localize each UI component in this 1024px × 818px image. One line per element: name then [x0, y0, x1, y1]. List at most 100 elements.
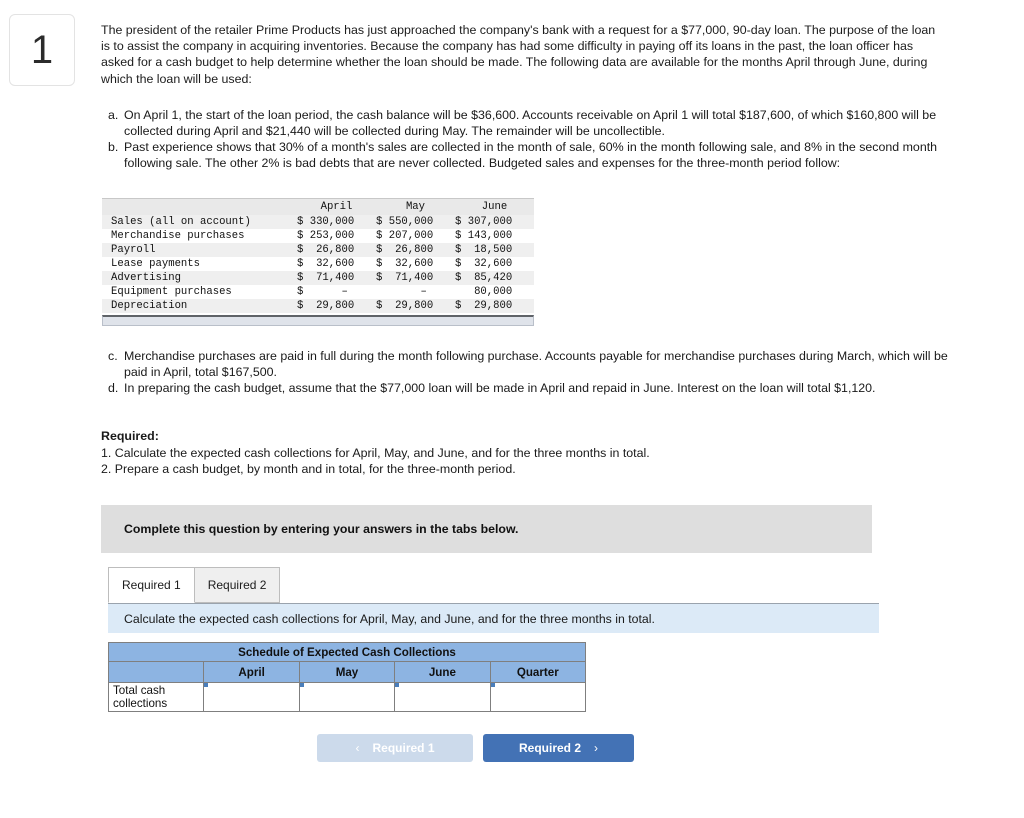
table-row: Depreciation $ 29,800 $ 29,800 $ 29,800 — [102, 298, 534, 313]
schedule-col-may: May — [298, 661, 396, 684]
row-value-june: $ 32,600 — [455, 256, 534, 271]
row-value-may: $ 71,400 — [376, 270, 455, 285]
tab-instruction-text: Calculate the expected cash collections … — [124, 611, 655, 626]
row-value-may: – — [376, 284, 455, 299]
total-cash-collections-may-cell[interactable] — [298, 682, 396, 713]
row-label: Lease payments — [102, 256, 297, 271]
schedule-row-label: Total cash collections — [107, 682, 205, 713]
total-cash-collections-quarter-cell[interactable] — [489, 682, 587, 713]
row-value-april: $ 32,600 — [297, 256, 376, 271]
tab-instruction-banner: Calculate the expected cash collections … — [108, 603, 879, 634]
schedule-col-april: April — [203, 661, 300, 684]
list-item-c: c. Merchandise purchases are paid in ful… — [108, 348, 958, 380]
required-line-2: 2. Prepare a cash budget, by month and i… — [101, 462, 516, 477]
list-item-d: d. In preparing the cash budget, assume … — [108, 380, 958, 396]
row-label: Advertising — [102, 270, 297, 285]
row-value-april: $ – — [297, 284, 376, 299]
row-value-june: $ 143,000 — [455, 228, 534, 243]
schedule-col-quarter: Quarter — [489, 661, 587, 684]
budget-col-april: April — [297, 197, 376, 215]
row-value-june: $ 29,800 — [455, 298, 534, 313]
required-line-1: 1. Calculate the expected cash collectio… — [101, 445, 650, 460]
total-cash-collections-april-input[interactable] — [204, 683, 299, 712]
schedule-table-wrapper: Schedule of Expected Cash Collections Ap… — [107, 642, 951, 713]
tab-required-2[interactable]: Required 2 — [194, 567, 281, 604]
list-text-c: Merchandise purchases are paid in full d… — [124, 348, 948, 379]
list-marker-c: c. — [108, 348, 118, 363]
assumptions-list-cd: c. Merchandise purchases are paid in ful… — [101, 348, 951, 397]
row-value-may: $ 550,000 — [376, 214, 455, 229]
row-label: Equipment purchases — [102, 284, 297, 299]
budget-col-blank — [102, 197, 297, 215]
row-value-june: 80,000 — [455, 284, 534, 299]
list-item-b: b. Past experience shows that 30% of a m… — [108, 139, 958, 171]
next-required-2-button[interactable]: Required 2 › — [483, 734, 634, 763]
row-value-may: $ 32,600 — [376, 256, 455, 271]
previous-button-label: Required 1 — [372, 741, 435, 756]
row-value-may: $ 26,800 — [376, 242, 455, 257]
list-text-a: On April 1, the start of the loan period… — [124, 107, 937, 139]
row-label: Merchandise purchases — [102, 228, 297, 243]
question-content: The president of the retailer Prime Prod… — [101, 22, 951, 763]
budget-table-header-row: April May June — [102, 197, 534, 215]
assumptions-list-ab: a. On April 1, the start of the loan per… — [101, 107, 951, 172]
list-item-a: a. On April 1, the start of the loan per… — [108, 107, 958, 139]
total-cash-collections-june-input[interactable] — [395, 683, 490, 712]
intro-paragraph: The president of the retailer Prime Prod… — [101, 23, 936, 86]
budget-data-table-wrapper: April May June Sales (all on account) $ … — [102, 197, 534, 326]
schedule-title-row: Schedule of Expected Cash Collections — [108, 642, 586, 663]
tab-required-1[interactable]: Required 1 — [108, 567, 195, 604]
list-marker-b: b. — [108, 140, 119, 155]
table-row: Payroll $ 26,800 $ 26,800 $ 18,500 — [102, 242, 534, 257]
navigation-buttons: ‹ Required 1 Required 2 › — [317, 734, 951, 763]
row-value-may: $ 207,000 — [376, 228, 455, 243]
table-row: Equipment purchases $ – – 80,000 — [102, 284, 534, 299]
list-text-d: In preparing the cash budget, assume tha… — [124, 381, 876, 396]
tab-required-2-label: Required 2 — [207, 578, 267, 593]
list-text-b: Past experience shows that 30% of a mont… — [124, 140, 938, 171]
required-heading: Required: — [101, 429, 159, 444]
previous-required-1-button[interactable]: ‹ Required 1 — [317, 734, 473, 763]
row-value-april: $ 26,800 — [297, 242, 376, 257]
table-row: Lease payments $ 32,600 $ 32,600 $ 32,60… — [102, 256, 534, 271]
instruction-banner: Complete this question by entering your … — [101, 505, 872, 554]
row-value-april: $ 253,000 — [297, 228, 376, 243]
row-value-june: $ 85,420 — [455, 270, 534, 285]
schedule-header-row: April May June Quarter — [107, 661, 587, 684]
row-value-april: $ 330,000 — [297, 214, 376, 229]
chevron-left-icon: ‹ — [355, 741, 360, 756]
row-value-june: $ 18,500 — [455, 242, 534, 257]
budget-col-may: May — [376, 197, 455, 215]
required-section: Required: 1. Calculate the expected cash… — [101, 428, 951, 477]
row-value-may: $ 29,800 — [376, 298, 455, 313]
chevron-right-icon: › — [594, 741, 598, 756]
next-button-label: Required 2 — [518, 741, 581, 756]
row-label: Payroll — [102, 242, 297, 257]
tab-required-1-label: Required 1 — [122, 578, 181, 593]
list-marker-d: d. — [108, 381, 119, 396]
table-row: Advertising $ 71,400 $ 71,400 $ 85,420 — [102, 270, 534, 285]
total-cash-collections-quarter-input[interactable] — [490, 683, 585, 712]
table-row: Total cash collections — [107, 682, 587, 713]
total-cash-collections-june-cell[interactable] — [394, 682, 491, 713]
table-row: Sales (all on account) $ 330,000 $ 550,0… — [102, 214, 534, 229]
row-label: Depreciation — [102, 298, 297, 313]
schedule-col-june: June — [394, 661, 491, 684]
budget-table-horizontal-scrollbar[interactable] — [102, 314, 534, 326]
schedule-title: Schedule of Expected Cash Collections — [108, 642, 586, 663]
table-row: Merchandise purchases $ 253,000 $ 207,00… — [102, 228, 534, 243]
budget-col-june: June — [455, 197, 534, 215]
row-value-april: $ 71,400 — [297, 270, 376, 285]
tab-bar: Required 1 Required 2 — [108, 566, 951, 604]
total-cash-collections-april-cell[interactable] — [203, 682, 300, 713]
row-label: Sales (all on account) — [102, 214, 297, 229]
list-marker-a: a. — [108, 107, 119, 122]
question-number: 1 — [30, 27, 54, 72]
schedule-of-expected-cash-collections-table: Schedule of Expected Cash Collections Ap… — [107, 642, 587, 713]
schedule-col-blank — [107, 661, 205, 684]
total-cash-collections-may-input[interactable] — [299, 683, 395, 712]
instruction-banner-text: Complete this question by entering your … — [124, 522, 519, 537]
question-number-badge: 1 — [9, 14, 75, 86]
row-value-april: $ 29,800 — [297, 298, 376, 313]
row-value-june: $ 307,000 — [455, 214, 534, 229]
